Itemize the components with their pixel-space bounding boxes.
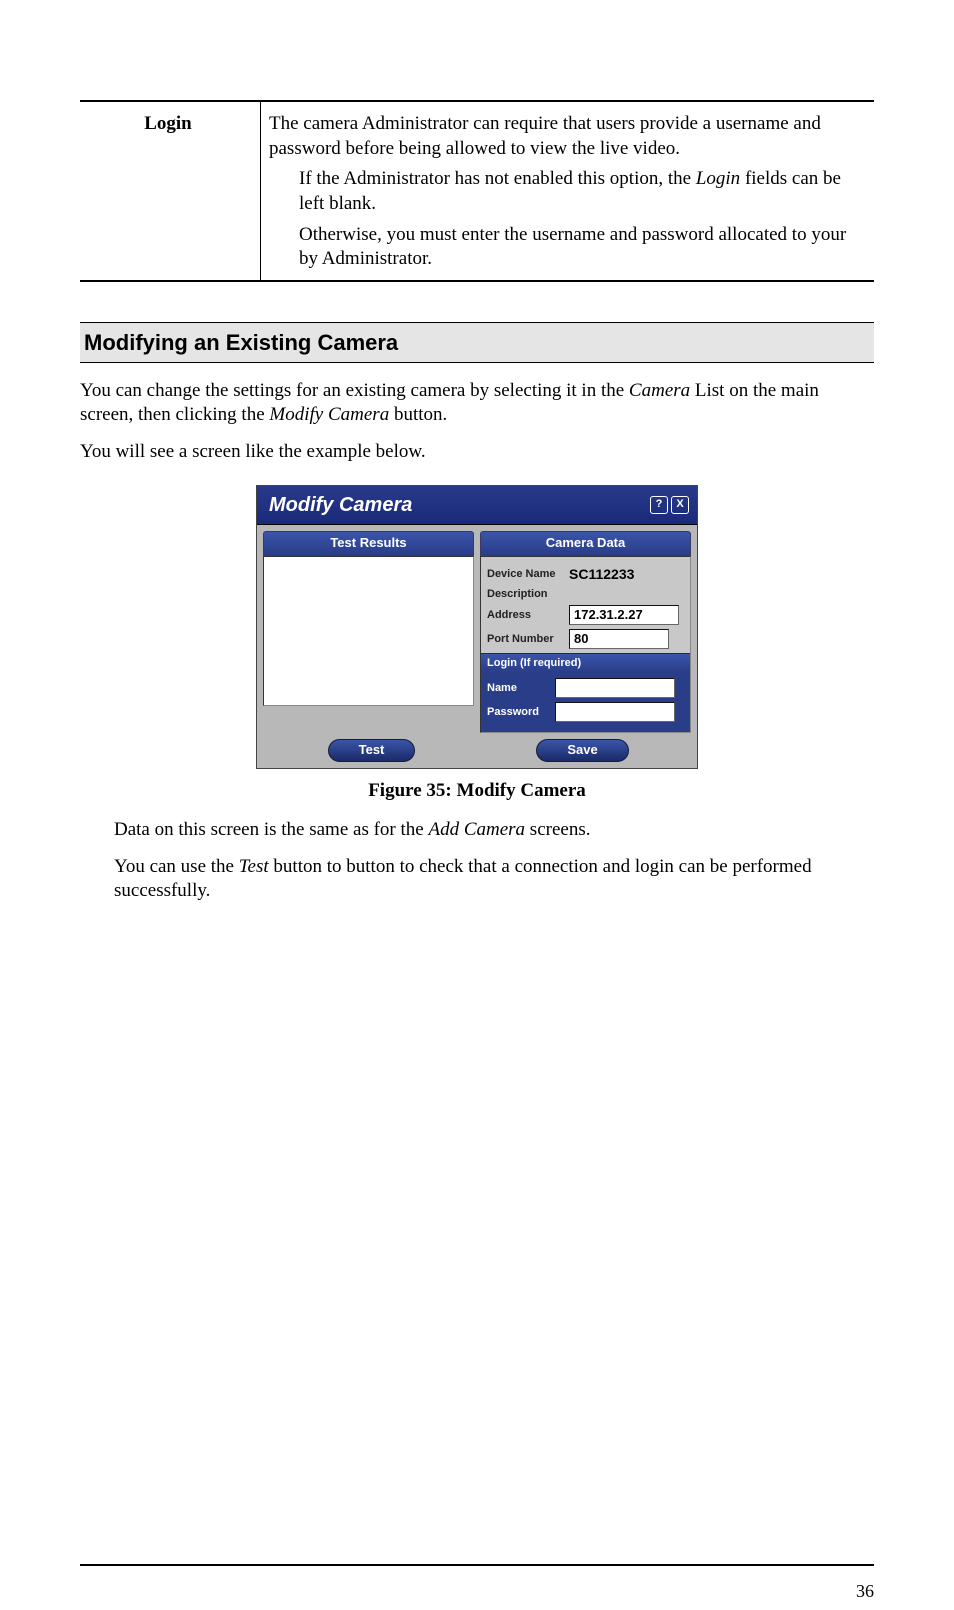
test-results-panel: Test Results (263, 531, 474, 734)
login-label: Login (80, 101, 261, 281)
figure-caption: Figure 35: Modify Camera (80, 779, 874, 804)
modify-camera-figure: Modify Camera ? X Test Results Camera Da… (80, 485, 874, 770)
device-name-label: Device Name (487, 567, 565, 581)
login-password-label: Password (487, 705, 551, 719)
camera-data-panel: Camera Data Device Name SC112233 Descrip… (480, 531, 691, 734)
test-results-area (263, 556, 474, 706)
test-button[interactable]: Test (328, 739, 416, 762)
login-password-input[interactable] (555, 702, 675, 722)
page-number: 36 (856, 1580, 874, 1603)
login-section-header: Login (If required) (481, 653, 690, 672)
description-label: Description (487, 587, 565, 601)
device-name-value: SC112233 (569, 565, 634, 583)
after-paragraph-1: Data on this screen is the same as for t… (114, 818, 874, 843)
login-name-label: Name (487, 681, 551, 695)
login-definition-table: Login The camera Administrator can requi… (80, 100, 874, 282)
login-sub1: If the Administrator has not enabled thi… (299, 167, 862, 216)
login-sub2: Otherwise, you must enter the username a… (299, 223, 862, 272)
page-footer: 36 (80, 1564, 874, 1566)
camera-data-header: Camera Data (480, 531, 691, 556)
help-icon[interactable]: ? (650, 496, 668, 514)
dialog-title-text: Modify Camera (269, 492, 412, 518)
port-label: Port Number (487, 632, 565, 646)
section-heading: Modifying an Existing Camera (80, 322, 874, 363)
address-label: Address (487, 608, 565, 622)
save-button[interactable]: Save (536, 739, 628, 762)
modify-camera-dialog: Modify Camera ? X Test Results Camera Da… (256, 485, 698, 770)
login-name-input[interactable] (555, 678, 675, 698)
intro-paragraph-1: You can change the settings for an exist… (80, 379, 874, 428)
test-results-header: Test Results (263, 531, 474, 556)
intro-paragraph-2: You will see a screen like the example b… (80, 440, 874, 465)
close-icon[interactable]: X (671, 496, 689, 514)
port-input[interactable]: 80 (569, 629, 669, 649)
login-description: The camera Administrator can require tha… (261, 101, 875, 281)
login-main-text: The camera Administrator can require tha… (269, 112, 862, 161)
address-input[interactable]: 172.31.2.27 (569, 605, 679, 625)
dialog-titlebar: Modify Camera ? X (257, 486, 697, 525)
after-paragraph-2: You can use the Test button to button to… (114, 855, 874, 904)
